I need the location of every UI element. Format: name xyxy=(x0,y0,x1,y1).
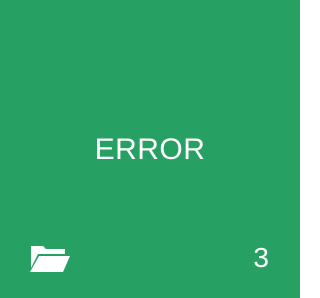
tile-label: ERROR xyxy=(94,133,206,166)
error-tile[interactable]: ERROR 3 xyxy=(0,0,300,298)
tile-count: 3 xyxy=(253,242,269,273)
folder-open-icon xyxy=(29,243,71,273)
